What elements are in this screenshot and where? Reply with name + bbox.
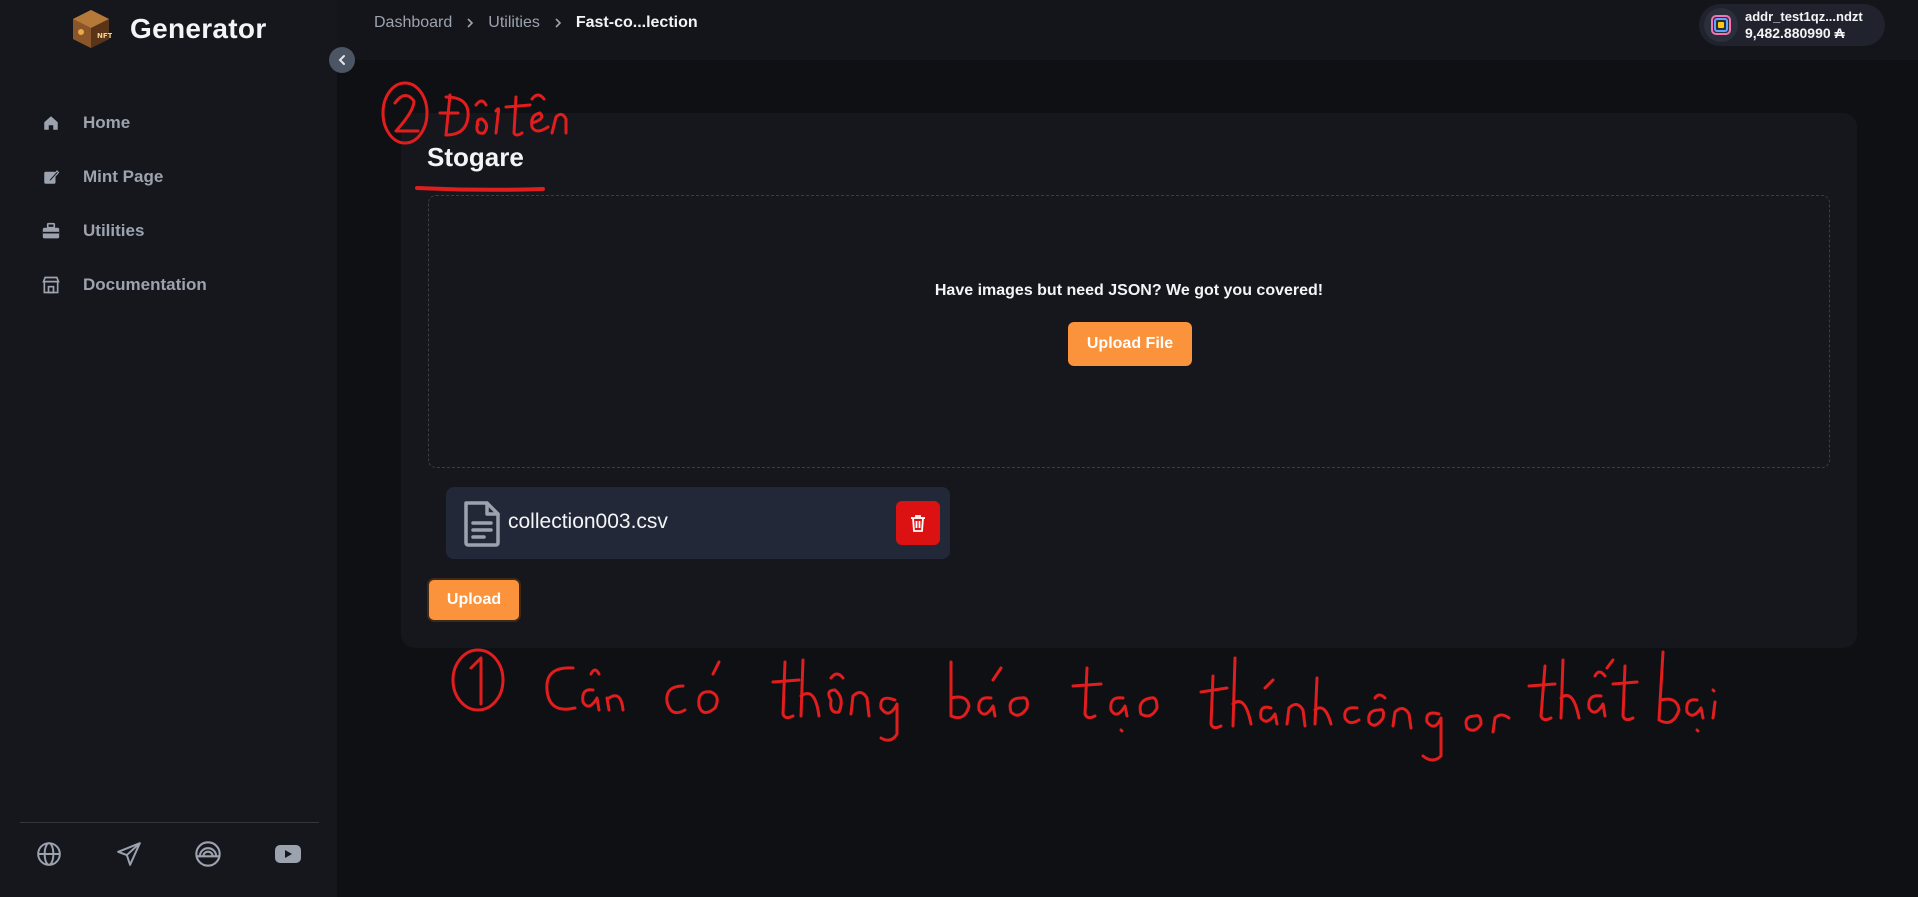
wallet-button[interactable]: addr_test1qz...ndzt 9,482.880990 ₳ (1699, 4, 1885, 46)
nft-cube-logo: NFT (70, 8, 113, 50)
sidebar-collapse-button[interactable] (329, 47, 355, 73)
wallet-balance: 9,482.880990 ₳ (1745, 25, 1845, 41)
rainbow-icon[interactable] (192, 838, 224, 870)
sidebar-item-mint-page[interactable]: Mint Page (36, 150, 316, 204)
breadcrumb-current: Fast-co...lection (575, 14, 698, 31)
sidebar-item-label: Mint Page (83, 167, 164, 186)
upload-button[interactable]: Upload (427, 578, 521, 622)
svg-text:NFT: NFT (97, 32, 112, 40)
sidebar-item-label: Documentation (83, 275, 207, 294)
sidebar: NFT Generator Home Mint Page Utilities D… (0, 0, 337, 897)
home-icon (38, 110, 64, 136)
wallet-address: addr_test1qz...ndzt (1745, 9, 1863, 24)
breadcrumb-dashboard[interactable]: Dashboard (374, 14, 452, 32)
trash-icon (911, 515, 925, 532)
sidebar-item-label: Utilities (83, 221, 145, 240)
sidebar-item-utilities[interactable]: Utilities (36, 204, 316, 258)
wallet-info: addr_test1qz...ndzt 9,482.880990 ₳ (1745, 9, 1863, 41)
breadcrumb: Dashboard Utilities Fast-co...lection (374, 14, 698, 32)
brand[interactable]: NFT Generator (70, 8, 267, 50)
breadcrumb-utilities[interactable]: Utilities (488, 14, 540, 32)
chevron-right-icon (466, 17, 474, 29)
wallet-icon (1704, 8, 1738, 42)
sidebar-item-home[interactable]: Home (36, 96, 316, 150)
store-icon (38, 272, 64, 298)
topbar: Dashboard Utilities Fast-co...lection ad… (337, 0, 1918, 60)
youtube-icon[interactable] (272, 838, 304, 870)
delete-file-button[interactable] (896, 501, 940, 545)
chevron-right-icon (554, 17, 562, 29)
annotation-notification (451, 648, 1717, 762)
mint-icon (38, 164, 64, 190)
sidebar-item-label: Home (83, 113, 131, 132)
file-name: collection003.csv (508, 510, 668, 533)
toolbox-icon (38, 218, 64, 244)
send-icon[interactable] (113, 838, 145, 870)
upload-file-button[interactable]: Upload File (1068, 322, 1192, 366)
sidebar-divider (20, 822, 319, 823)
globe-icon[interactable] (33, 838, 65, 870)
page-title: Stogare (427, 142, 524, 172)
file-dropzone[interactable]: Have images but need JSON? We got you co… (428, 195, 1830, 468)
dropzone-text: Have images but need JSON? We got you co… (934, 282, 1324, 299)
chevron-left-icon (338, 55, 345, 65)
app-name: Generator (130, 13, 267, 44)
file-document-icon (460, 499, 504, 549)
sidebar-item-documentation[interactable]: Documentation (36, 258, 316, 312)
sidebar-nav: Home Mint Page Utilities Documentation (36, 96, 316, 312)
file-list-item: collection003.csv (446, 487, 950, 559)
